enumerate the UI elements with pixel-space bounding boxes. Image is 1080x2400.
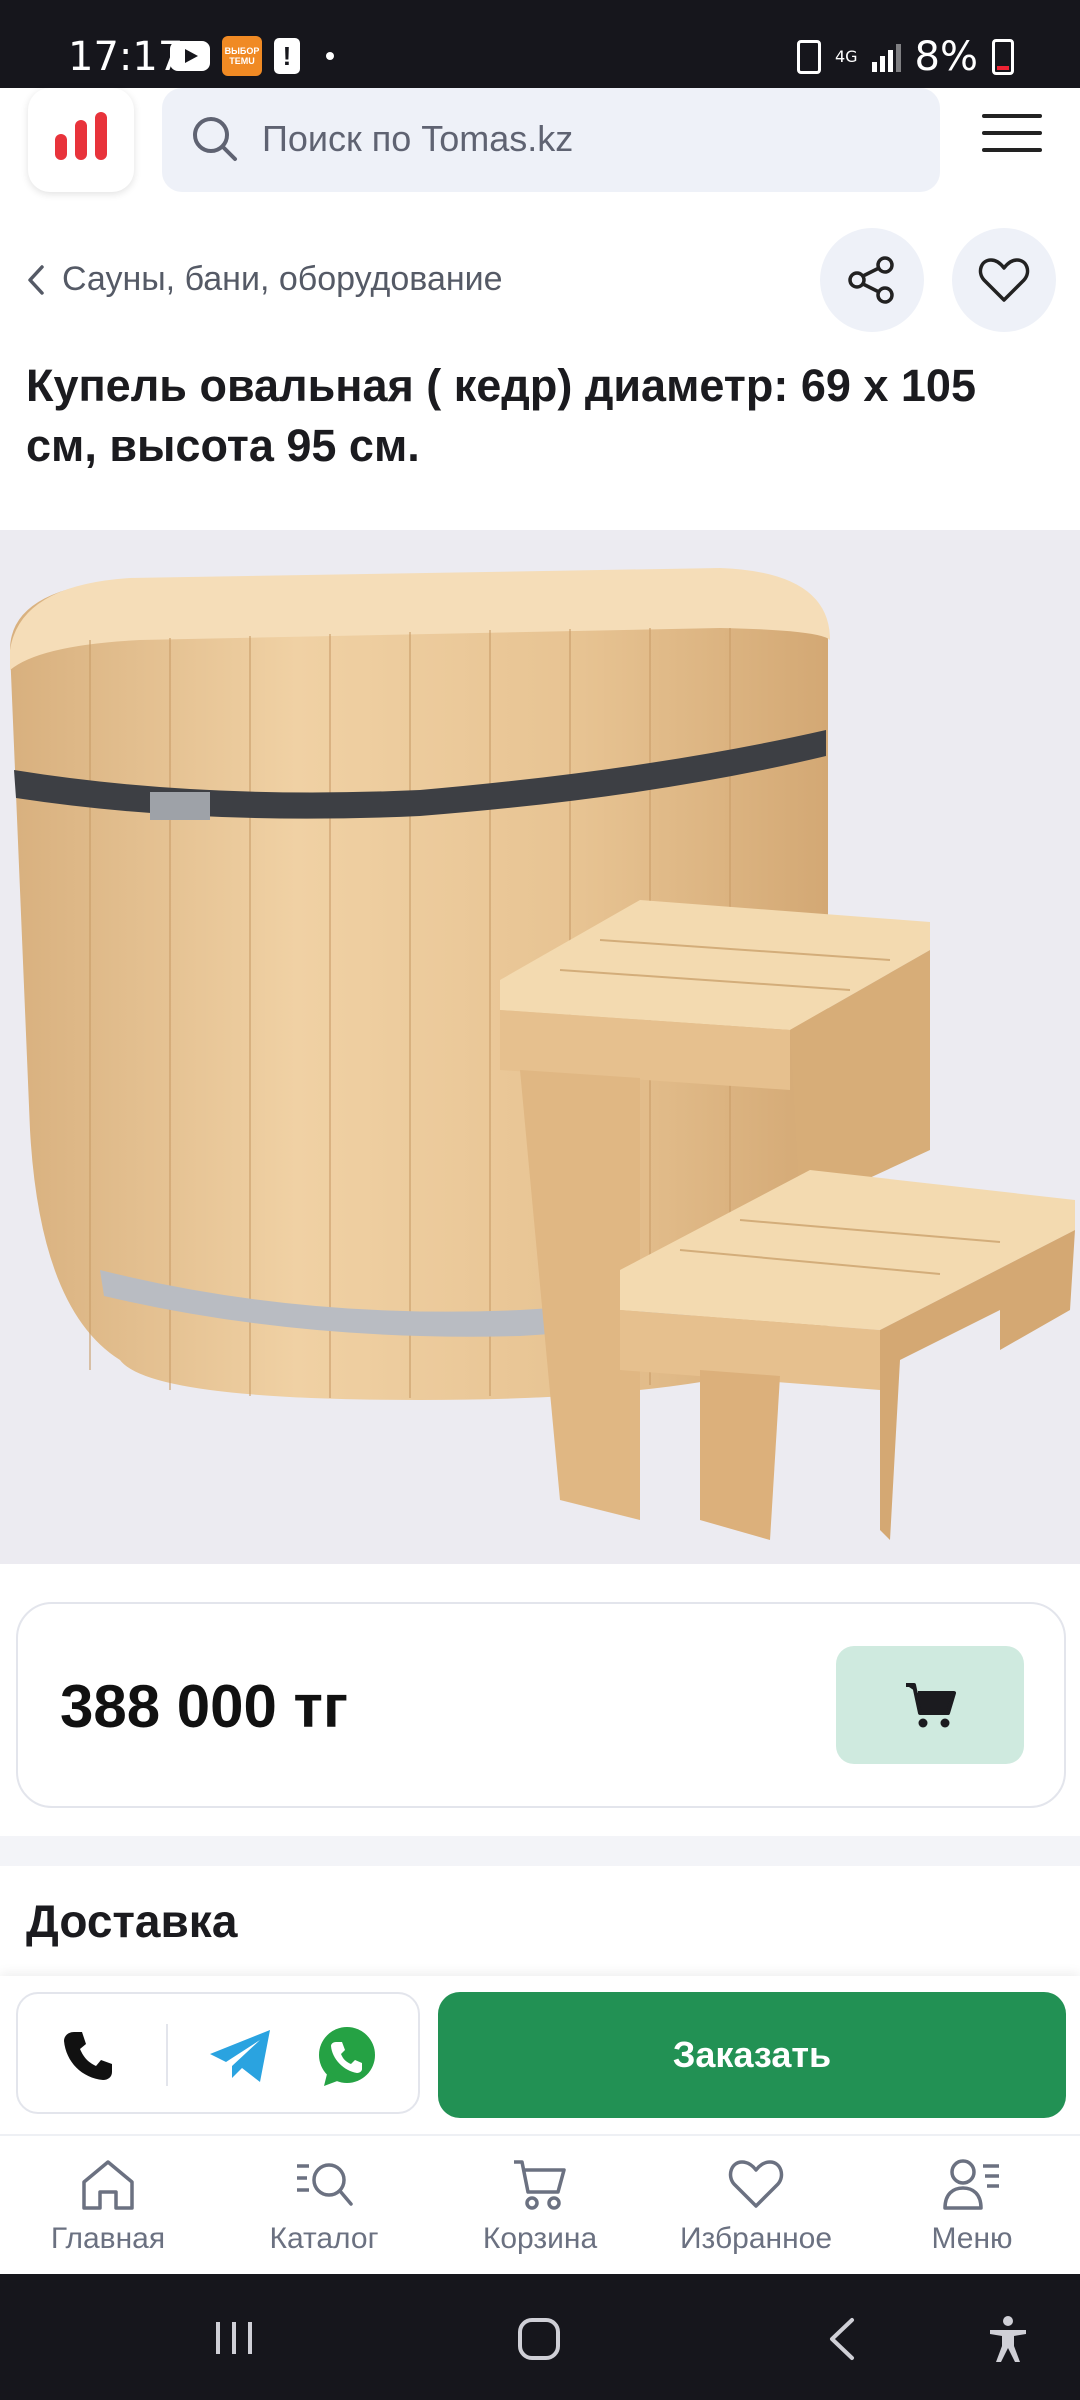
home-button-icon[interactable] [516,2316,562,2362]
bottom-navigation: Главная Каталог Корзина Избранное Меню [0,2134,1080,2274]
product-price: 388 000 тг [60,1673,348,1740]
contact-buttons [16,1992,420,2114]
nav-item-menu[interactable]: Меню [864,2136,1080,2274]
nav-item-catalog[interactable]: Каталог [216,2136,432,2274]
heart-icon [978,258,1030,302]
nav-item-cart[interactable]: Корзина [432,2136,648,2274]
signal-icon [871,42,901,72]
nav-label-cart: Корзина [482,2222,598,2255]
status-system-icons: 4G 8% [796,34,1014,80]
price-card: 388 000 тг [16,1602,1066,1808]
status-notification-icons: ВЫБОР TEMU ! [170,36,334,76]
search-icon [193,117,237,161]
search-placeholder: Поиск по Tomas.kz [262,118,574,159]
network-type: 4G [834,47,858,66]
more-notifications-dot-icon [326,52,334,60]
battery-icon [992,39,1014,75]
nav-label-favorites: Избранное [679,2222,833,2255]
product-title: Купель овальная ( кедр) диаметр: 69 х 10… [26,360,976,471]
add-to-cart-button[interactable] [836,1646,1024,1764]
heart-icon [728,2160,784,2208]
search-input[interactable]: Поиск по Tomas.kz [162,88,940,192]
cart-icon [514,2160,566,2210]
logo-bars-icon[interactable] [28,88,134,192]
status-time: 17:17 [68,34,184,80]
order-button[interactable]: Заказать [438,1992,1066,2118]
chevron-left-icon [28,264,44,295]
youtube-icon [170,41,210,71]
nav-item-favorites[interactable]: Избранное [648,2136,864,2274]
sim-icon [796,40,821,74]
cart-icon [906,1683,956,1728]
breadcrumb-label: Сауны, бани, оборудование [62,260,503,298]
order-bar: Заказать [0,1976,1080,2134]
status-bar: 17:17 ВЫБОР TEMU ! 4G 8% [0,0,1080,88]
accessibility-icon[interactable] [986,2314,1030,2364]
contact-separator [166,2024,168,2086]
profile-menu-icon [943,2159,999,2210]
nav-label-catalog: Каталог [269,2222,379,2255]
product-image[interactable] [0,530,1080,1564]
share-icon [848,256,894,304]
phone-icon[interactable] [60,2028,116,2084]
breadcrumb[interactable]: Сауны, бани, оборудование [26,260,503,299]
section-divider [0,1836,1080,1866]
catalog-search-icon [297,2163,353,2206]
hamburger-menu-icon[interactable] [982,114,1042,154]
temu-icon: ВЫБОР TEMU [222,36,262,76]
home-icon [82,2160,134,2210]
alert-icon: ! [274,38,300,74]
system-navigation-bar [0,2274,1080,2400]
delivery-title: Доставка [26,1895,238,1947]
top-header: Поиск по Tomas.kz [0,88,1080,206]
share-button[interactable] [820,228,924,332]
nav-label-menu: Меню [931,2222,1013,2255]
delivery-section: Доставка [0,1866,1080,1976]
recent-apps-icon[interactable] [212,2318,258,2358]
telegram-icon[interactable] [208,2028,274,2084]
whatsapp-icon[interactable] [314,2024,380,2090]
back-icon[interactable] [826,2316,858,2362]
nav-item-home[interactable]: Главная [0,2136,216,2274]
nav-label-home: Главная [50,2222,166,2255]
favorite-button[interactable] [952,228,1056,332]
battery-percent: 8% [914,34,978,80]
